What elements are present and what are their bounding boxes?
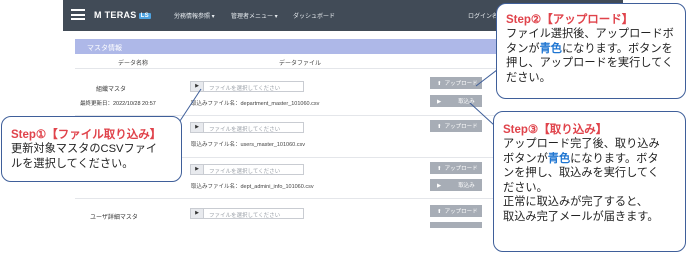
callout-step2-line3: 押し、アップロードを実行してく	[506, 57, 674, 69]
text: ボタンが	[503, 152, 548, 165]
text: になります。ボタンを	[561, 42, 673, 55]
text: タンが	[506, 42, 540, 55]
callout-step1-title: Step①【ファイル取り込み】	[11, 129, 162, 141]
callout-step3-line4: ださい。	[503, 181, 548, 194]
callout-step2: Step②【アップロード】 ファイル選択後、アップロードボ タンが青色になります…	[496, 3, 686, 99]
highlight-blue-text: 青色	[547, 152, 571, 165]
text: になります。ボタ	[570, 152, 659, 165]
callout-step2-title: Step②【アップロード】	[506, 14, 634, 26]
callout-step3-line2: ボタンが青色になります。ボタ	[503, 152, 685, 167]
callout-step3: Step③【取り込み】 アップロード完了後、取り込み ボタンが青色になります。ボ…	[493, 111, 686, 252]
highlight-blue-text: 青色	[539, 42, 562, 55]
callout-step2-line2: タンが青色になります。ボタンを	[506, 42, 685, 57]
callout-step1-line1: 更新対象マスタのCSVファイ	[11, 143, 158, 155]
callout-step3-line3: ンを押し、取込みを実行してく	[503, 167, 659, 179]
callout-step3-line5: 正常に取込みが完了すると、	[503, 196, 648, 208]
callout-step3-title: Step③【取り込み】	[503, 124, 608, 136]
callout-step3-line6: 取込み完了メールが届きます。	[503, 210, 659, 223]
callout-step3-line1: アップロード完了後、取り込み	[503, 138, 660, 150]
callout-step1: Step①【ファイル取り込み】 更新対象マスタのCSVファイ ルを選択してくださ…	[1, 116, 182, 182]
callout-step2-line4: ださい。	[506, 71, 551, 84]
callout-step1-line2: ルを選択してください。	[11, 157, 134, 170]
callout-step2-line1: ファイル選択後、アップロードボ	[506, 28, 674, 40]
screenshot-stage: M TERASLS 労務情報参照 ▾ 管理者メニュー ▾ ダッシュボード ログイ…	[0, 0, 688, 254]
